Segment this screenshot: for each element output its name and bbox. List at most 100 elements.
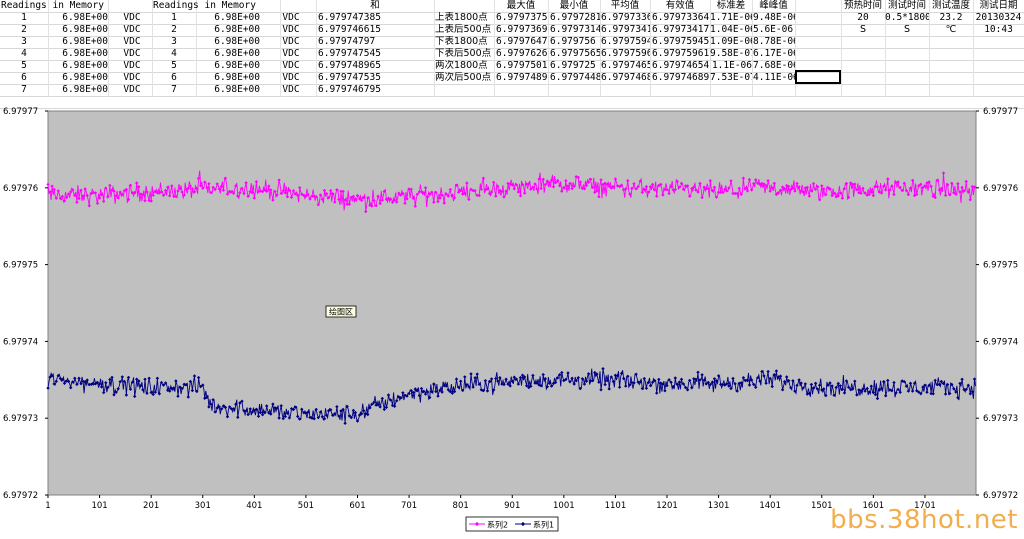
cell-value-2: 6.98E+00	[214, 72, 260, 83]
cell-index: 3	[21, 36, 27, 47]
stat-min: 6.979725	[550, 60, 596, 71]
stat-std: 1.71E-06	[710, 12, 752, 23]
cell-unit: VDC	[123, 36, 141, 47]
header-max: 最大值	[506, 0, 536, 11]
stat-rms: 6.97974689	[652, 72, 710, 83]
cell-index-2: 2	[171, 24, 177, 35]
stat-max: 6.97976269	[496, 48, 548, 59]
stat-min: 6.9797314	[550, 24, 600, 35]
stat-min: 6.9797565	[550, 48, 600, 59]
legend-label-2: 系列1	[533, 520, 554, 530]
cell-value: 6.98E+00	[62, 48, 108, 59]
cell-unit: VDC	[123, 12, 141, 23]
sheet-col-line	[108, 0, 109, 97]
stat-label: 下表1800点	[435, 36, 488, 47]
stat-rms: 6.97975945	[652, 36, 710, 47]
cell-unit: VDC	[123, 84, 141, 95]
sheet-col-line	[48, 0, 49, 97]
stat-std: 7.53E-07	[710, 72, 752, 83]
sheet-col-line	[316, 0, 317, 97]
cell-unit: VDC	[123, 48, 141, 59]
x-tick-label: 301	[195, 501, 211, 511]
info-preheat: 20	[857, 12, 869, 23]
stat-rms: 6.97973364	[652, 12, 710, 23]
info-temp: 23.2	[939, 12, 963, 23]
y-tick-label-right: 6.97973	[983, 414, 1018, 424]
stat-rms: 6.97973417	[652, 24, 710, 35]
stat-pp: 4.11E-06	[753, 72, 795, 83]
cell-unit: VDC	[123, 72, 141, 83]
stat-min: 6.9797281	[550, 12, 600, 23]
watermark: bbs.38hot.net	[830, 505, 1018, 535]
sheet-col-line	[494, 0, 495, 97]
selected-cell[interactable]	[795, 70, 841, 84]
cell-value-2: 6.98E+00	[214, 12, 260, 23]
header-min: 最小值	[559, 0, 589, 11]
cell-unit-2: VDC	[282, 60, 300, 71]
cell-value: 6.98E+00	[62, 36, 108, 47]
x-tick-label: 701	[401, 501, 417, 511]
stat-rms: 6.97975961	[652, 48, 710, 59]
info-testtime: 0.5*1800	[885, 12, 929, 23]
plot-area-tooltip: 绘图区	[329, 307, 353, 317]
legend-label-1: 系列2	[487, 520, 508, 530]
header-avg: 平均值	[610, 0, 640, 11]
cell-unit-2: VDC	[282, 48, 300, 59]
x-tick-label: 1201	[656, 501, 678, 511]
cell-index-2: 4	[171, 48, 177, 59]
x-tick-label: 101	[91, 501, 107, 511]
sheet-col-line	[548, 0, 549, 97]
stat-avg: 6.97974689	[601, 72, 650, 83]
stat-label: 上表1800点	[435, 12, 488, 23]
x-tick-label: 401	[246, 501, 262, 511]
y-tick-label-right: 6.97975	[983, 261, 1018, 271]
stat-pp: 7.68E-06	[753, 60, 795, 71]
x-tick-label: 501	[298, 501, 314, 511]
cell-sum: 6.979747545	[318, 48, 381, 59]
header-sum: 和	[370, 0, 380, 11]
header-readings-b: Readings in Memory	[153, 0, 256, 11]
y-tick-label-right: 6.97977	[983, 107, 1018, 117]
cell-value-2: 6.98E+00	[214, 48, 260, 59]
y-tick-label-left: 6.97975	[3, 261, 38, 271]
x-tick-label: 1001	[553, 501, 575, 511]
stat-min: 6.979756	[550, 36, 596, 47]
cell-sum: 6.97974797	[318, 36, 376, 47]
header-testtime: 测试时间	[887, 0, 926, 11]
stat-max: 6.97974893	[496, 72, 548, 83]
x-tick-label: 1	[45, 501, 50, 511]
cell-unit-2: VDC	[282, 84, 300, 95]
sheet-col-line	[196, 0, 197, 97]
stat-std: 1.04E-06	[710, 24, 752, 35]
cell-value: 6.98E+00	[62, 12, 108, 23]
cell-index-2: 3	[171, 36, 177, 47]
chart-svg: 6.97977 6.97976 6.97975 6.97974 6.97973 6.979…	[3, 107, 1018, 532]
y-tick-label-left: 6.97972	[3, 491, 38, 501]
unit-preheat: S	[859, 24, 867, 35]
cell-value-2: 6.98E+00	[214, 24, 260, 35]
info-date: 20130324	[975, 12, 1022, 23]
cell-index-2: 6	[171, 72, 177, 83]
stat-pp: 8.78E-06	[753, 36, 795, 47]
x-tick-label: 201	[143, 501, 159, 511]
cell-value-2: 6.98E+00	[214, 84, 260, 95]
y-tick-label-right: 6.97976	[983, 184, 1018, 194]
stat-std: 1.1E-06	[711, 60, 752, 71]
cell-unit: VDC	[123, 24, 141, 35]
unit-date: 10:43	[984, 24, 1013, 35]
spreadsheet-area: Readings in Memory Readings in Memory 和 最大值…	[0, 0, 1024, 109]
stat-pp: 9.48E-06	[753, 12, 795, 23]
stat-max: 6.97973696	[496, 24, 548, 35]
plot-area	[47, 110, 977, 496]
cell-sum: 6.979746615	[318, 24, 381, 35]
line-chart[interactable]: 6.97977 6.97976 6.97975 6.97974 6.97973 6.979…	[0, 97, 1024, 539]
header-date: 测试日期	[979, 0, 1018, 11]
stat-label: 上表后500点	[435, 24, 492, 35]
stat-max: 6.97973753	[496, 12, 548, 23]
y-tick-label-left: 6.97973	[3, 414, 38, 424]
stat-pp: 6.17E-06	[753, 48, 795, 59]
y-tick-label-right: 6.97974	[983, 337, 1018, 347]
header-pp: 峰峰值	[759, 0, 788, 11]
cell-unit-2: VDC	[282, 36, 300, 47]
cell-index: 4	[21, 48, 27, 59]
